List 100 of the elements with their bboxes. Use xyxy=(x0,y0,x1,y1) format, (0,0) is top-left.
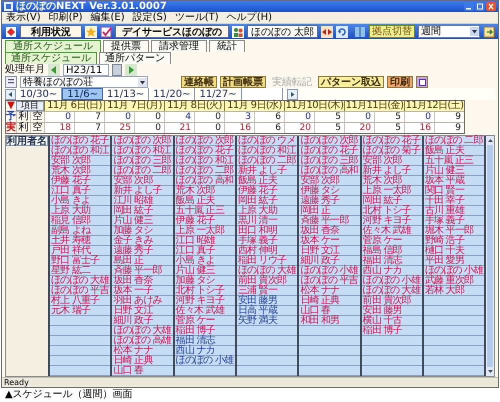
exit-icon[interactable] xyxy=(483,26,495,38)
tab[interactable]: 通所スケジュール xyxy=(5,40,101,52)
table-cell: 16 xyxy=(404,123,434,133)
table-cell: 5 xyxy=(314,112,344,122)
app-icon xyxy=(4,2,13,11)
table-cell: 0 xyxy=(194,123,224,133)
people-icon[interactable] xyxy=(232,26,244,38)
name-cell[interactable]: ほのぼの 次郎 xyxy=(112,136,173,146)
table-cell: 0 xyxy=(344,112,374,122)
name-cell[interactable]: ほのぼの 小雄 xyxy=(424,266,484,276)
next-icon[interactable] xyxy=(286,88,298,100)
name-cell[interactable]: ほのぼの 三郎 xyxy=(112,156,173,166)
name-cell[interactable]: 山口 春 xyxy=(112,366,173,376)
book-icon[interactable] xyxy=(354,26,366,38)
name-cell[interactable]: ほのぼの 二郎 xyxy=(424,136,484,146)
office-dropdown[interactable]: 特養ほのぼの荘 xyxy=(20,76,148,88)
menu-item[interactable]: 表示(V) xyxy=(6,12,41,23)
name-cell[interactable]: ほのぼの 平吉 xyxy=(299,276,360,286)
table-cell: 9 xyxy=(434,123,464,133)
name-cell[interactable]: 武藤 重次郎 xyxy=(424,276,484,286)
dropdown-icon[interactable] xyxy=(470,27,479,36)
name-cell[interactable]: 片山 健三 xyxy=(174,266,235,276)
name-cell[interactable]: 樋口 千夫 xyxy=(424,246,484,256)
week-tab[interactable]: 11/20~ xyxy=(149,88,196,100)
maximize-icon[interactable] xyxy=(475,2,485,11)
name-cell[interactable]: ほのぼの 小雄 xyxy=(362,276,422,286)
row-mark: 予 xyxy=(6,112,16,122)
close-icon[interactable] xyxy=(486,2,496,11)
menu-item[interactable]: 印刷(P) xyxy=(48,12,82,23)
name-cell[interactable]: ほのぼの 和江 xyxy=(174,156,235,166)
name-cell[interactable]: 江口 真子 xyxy=(174,246,235,256)
table-cell: 6 xyxy=(254,112,284,122)
name-cell[interactable]: 稲田 博子 xyxy=(362,326,422,336)
previous-icon[interactable] xyxy=(5,88,16,100)
star-icon[interactable] xyxy=(85,26,97,38)
name-cell[interactable]: 五十嵐 正三 xyxy=(424,156,484,166)
day-header: 11月 9日(水) xyxy=(224,101,284,111)
name-cell[interactable]: 手塚 義子 xyxy=(424,216,484,226)
name-cell[interactable]: ほのぼの 高雄 xyxy=(112,336,173,346)
action-button[interactable]: 印刷 xyxy=(387,76,413,88)
tab[interactable]: 通所スケジュール xyxy=(5,52,97,64)
name-cell[interactable]: 片山 健三 xyxy=(424,166,484,176)
table-cell: 0 xyxy=(134,112,164,122)
sheet-button[interactable] xyxy=(416,76,428,88)
user-name: ほのぼの 太郎 xyxy=(247,25,318,38)
checkmark-icon[interactable] xyxy=(100,26,112,38)
name-cell[interactable]: 細川 政子 xyxy=(299,256,360,266)
diamond-icon[interactable] xyxy=(5,26,17,38)
menu-item[interactable]: 編集(E) xyxy=(90,12,125,23)
table-cell: 3 xyxy=(224,112,254,122)
day-header: 11月 6日(日) xyxy=(44,101,104,111)
week-tab[interactable]: 11/13~ xyxy=(103,88,150,100)
name-cell[interactable]: 西山 ナカ xyxy=(362,266,422,276)
tab[interactable]: 提供票 xyxy=(103,40,149,52)
name-cell[interactable]: 野崎 浩子 xyxy=(424,236,484,246)
name-cell[interactable]: 関口 賢一 xyxy=(424,186,484,196)
tab[interactable]: 統計 xyxy=(209,40,245,52)
name-cell[interactable]: 西山 ナカ xyxy=(174,346,235,356)
mode-button[interactable]: 利用状況 xyxy=(20,25,82,38)
menu-item[interactable]: ヘルプ(H) xyxy=(226,12,272,23)
tab[interactable]: 通所パターン xyxy=(99,52,171,64)
table-cell: 4 xyxy=(164,112,194,122)
table-cell: 0 xyxy=(284,112,314,122)
name-cell[interactable]: 加藤 タシ xyxy=(112,226,173,236)
table-cell: 18 xyxy=(44,123,74,133)
period-label: 処理年月 xyxy=(5,64,45,76)
scrollbar[interactable] xyxy=(486,136,494,376)
action-button[interactable]: 計画帳票 xyxy=(220,76,266,88)
name-cell[interactable]: 平田 愛男 xyxy=(424,256,484,266)
legend-button[interactable]: 項目 xyxy=(16,101,44,111)
dropdown-icon[interactable] xyxy=(138,78,147,86)
table-cell: 20 xyxy=(284,123,314,133)
period-field[interactable]: H23/11 xyxy=(63,64,109,76)
name-cell[interactable]: 細川 政子 xyxy=(112,316,173,326)
menu-item[interactable]: ツール(T) xyxy=(174,12,219,23)
name-cell[interactable]: ほのぼの 次郎 xyxy=(299,136,360,146)
refresh-icon[interactable] xyxy=(336,26,348,38)
collapse-marker[interactable]: ▼ xyxy=(6,101,16,111)
name-cell[interactable]: 日崎 正典 xyxy=(112,356,173,366)
name-cell[interactable]: 片山 健三 xyxy=(112,216,173,226)
name-cell[interactable]: 和田 和男 xyxy=(299,316,360,326)
list-icon[interactable] xyxy=(5,76,17,88)
name-cell[interactable]: 堀木 平一郎 xyxy=(424,226,484,236)
arrows-icon[interactable] xyxy=(321,26,334,38)
name-cell[interactable]: ほのぼの 小雄 xyxy=(174,356,235,366)
week-tab[interactable]: 11/6~ xyxy=(62,88,104,100)
menu-item[interactable]: 設定(S) xyxy=(132,12,167,23)
minimize-icon[interactable] xyxy=(464,2,474,11)
action-button[interactable]: 連絡帳 xyxy=(181,76,217,88)
name-cell[interactable]: 千田 幸子 xyxy=(424,196,484,206)
name-cell[interactable]: 日崎 正典 xyxy=(299,296,360,306)
name-cell[interactable]: 坂本 平蔵 xyxy=(424,176,484,186)
name-cell[interactable]: 坂田 香奈 xyxy=(299,226,360,236)
action-button[interactable]: パターン取込 xyxy=(318,76,384,88)
name-cell[interactable]: 若林 大郎 xyxy=(424,286,484,296)
site-dropdown[interactable]: 週間 xyxy=(418,25,480,38)
name-cell[interactable]: 古川 重雄 xyxy=(424,206,484,216)
tab[interactable]: 請求管理 xyxy=(151,40,207,52)
name-cell[interactable]: 飯島 正夫 xyxy=(424,146,484,156)
table-cell: 7 xyxy=(74,112,104,122)
